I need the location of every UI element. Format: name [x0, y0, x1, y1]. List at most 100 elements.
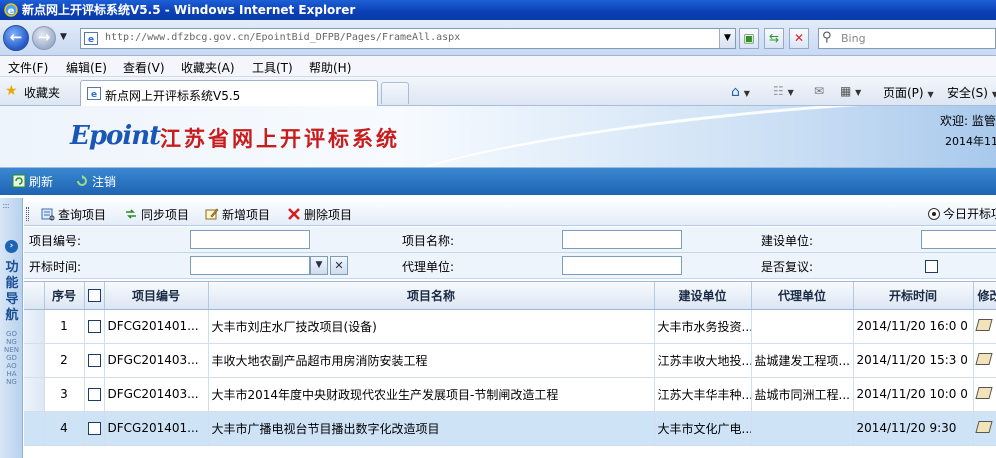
menu-file[interactable]: 文件(F) — [8, 59, 48, 76]
select-all-cell[interactable] — [84, 282, 105, 310]
url-dropdown-icon[interactable]: ▼ — [719, 29, 735, 48]
left-nav-panel[interactable]: :::: › 功能导航 GONGNENGDAOHANG — [0, 198, 23, 458]
url-text[interactable]: http://www.dfzbcg.gov.cn/EpointBid_DFPB/… — [105, 32, 460, 43]
expand-arrow-icon[interactable]: › — [5, 240, 18, 253]
stop-button[interactable]: ✕ — [789, 28, 809, 49]
menu-help[interactable]: 帮助(H) — [309, 59, 351, 76]
url-field[interactable]: e http://www.dfzbcg.gov.cn/EpointBid_DFP… — [80, 28, 736, 49]
menu-favorites[interactable]: 收藏夹(A) — [181, 59, 235, 76]
print-button[interactable]: ▦ ▼ — [840, 84, 861, 98]
query-icon — [41, 208, 55, 221]
edit-icon[interactable] — [974, 352, 993, 365]
row-checkbox[interactable] — [87, 320, 101, 333]
back-button[interactable]: ← — [3, 25, 29, 51]
table-row[interactable]: 3 DFGC201403... 大丰市2014年度中央财政现代农业生产发展项目-… — [24, 377, 996, 412]
svg-text:e: e — [91, 90, 97, 100]
forward-button[interactable]: → — [32, 26, 56, 50]
today-projects-radio[interactable]: 今日开标项目 — [928, 205, 996, 222]
row-builder: 大丰市文化广电... — [654, 411, 752, 446]
form-row-1: 项目编号: 项目名称: 建设单位: — [24, 227, 996, 253]
app-header: Epoint 江苏省网上开评标系统 欢迎: 监管员 2014年11 — [0, 106, 996, 168]
menu-tools[interactable]: 工具(T) — [252, 59, 293, 76]
review-label: 是否复议: — [761, 260, 814, 274]
new-tab-button[interactable] — [381, 82, 409, 104]
history-dropdown-icon[interactable]: ▼ — [60, 32, 67, 42]
refresh-page-button[interactable]: ⇆ — [764, 28, 784, 49]
sync-project-button[interactable]: 同步项目 — [124, 206, 189, 223]
project-no-input[interactable] — [190, 230, 310, 249]
feeds-button[interactable]: ☷ ▼ — [773, 84, 794, 98]
edit-icon[interactable] — [974, 420, 993, 433]
refresh-icon — [12, 174, 26, 188]
agent-label: 代理单位: — [402, 260, 455, 274]
row-header[interactable] — [24, 343, 45, 378]
row-checkbox[interactable] — [87, 388, 101, 401]
safety-menu-button[interactable]: 安全(S) ▼ — [947, 84, 996, 101]
star-icon[interactable]: ★ — [5, 83, 18, 99]
row-edit[interactable] — [973, 377, 996, 412]
mail-button[interactable]: ✉ — [814, 84, 824, 98]
row-edit[interactable] — [973, 309, 996, 344]
project-name-input[interactable] — [562, 230, 682, 249]
refresh-button[interactable]: 刷新 — [12, 173, 53, 190]
col-time[interactable]: 开标时间 — [853, 282, 974, 310]
home-button[interactable]: ⌂ ▼ — [731, 84, 750, 100]
edit-icon[interactable] — [974, 386, 993, 399]
date-dropdown-button[interactable]: ▼ — [310, 256, 328, 275]
row-select[interactable] — [84, 343, 105, 378]
clear-date-button[interactable]: ✕ — [330, 256, 348, 275]
svg-text:e: e — [88, 35, 94, 45]
row-header[interactable] — [24, 309, 45, 344]
back-arrow-icon: ← — [9, 28, 23, 46]
table-row-selected[interactable]: 4 DFCG201401... 大丰市广播电视台节目播出数字化改造项目 大丰市文… — [24, 411, 996, 446]
toolbar-grip-icon — [26, 207, 29, 221]
select-all-checkbox[interactable] — [87, 289, 101, 303]
edit-icon[interactable] — [974, 318, 993, 331]
favorites-button[interactable]: 收藏夹 — [24, 84, 60, 101]
table-row[interactable]: 1 DFCG201401... 大丰市刘庄水厂技改项目(设备) 大丰市水务投资.… — [24, 309, 996, 344]
page-menu-button[interactable]: 页面(P) ▼ — [883, 84, 934, 101]
open-time-label: 开标时间: — [29, 260, 82, 274]
row-select[interactable] — [84, 309, 105, 344]
col-edit[interactable]: 修改 — [973, 282, 996, 310]
project-name-label: 项目名称: — [402, 234, 455, 248]
add-label: 新增项目 — [222, 208, 271, 222]
builder-input[interactable] — [921, 230, 996, 249]
add-project-button[interactable]: 新增项目 — [205, 206, 270, 223]
agent-input[interactable] — [562, 256, 682, 275]
favorites-bar: ★ 收藏夹 e 新点网上开评标系统V5.5 ⌂ ▼ ☷ ▼ ✉ ▦ ▼ 页面(P… — [0, 77, 996, 106]
menu-edit[interactable]: 编辑(E) — [66, 59, 107, 76]
compatibility-button[interactable]: ▣ — [739, 28, 759, 49]
close-icon: ✕ — [334, 259, 344, 272]
row-edit[interactable] — [973, 411, 996, 446]
search-form: 项目编号: 项目名称: 建设单位: 开标时间: ▼ ✕ 代理单位: 是否复议: — [24, 227, 996, 279]
row-select[interactable] — [84, 411, 105, 446]
col-name[interactable]: 项目名称 — [208, 282, 655, 310]
refresh-label: 刷新 — [29, 175, 54, 189]
row-edit[interactable] — [973, 343, 996, 378]
menu-view[interactable]: 查看(V) — [123, 59, 165, 76]
delete-project-button[interactable]: 删除项目 — [287, 206, 352, 223]
address-bar: ← → ▼ e http://www.dfzbcg.gov.cn/EpointB… — [0, 20, 996, 56]
row-checkbox[interactable] — [87, 354, 101, 367]
home-icon: ⌂ — [731, 84, 740, 100]
col-no[interactable]: 序号 — [44, 282, 85, 310]
row-select[interactable] — [84, 377, 105, 412]
logout-button[interactable]: 注销 — [75, 173, 116, 190]
row-checkbox[interactable] — [87, 422, 101, 435]
search-input[interactable]: ⚲ Bing — [818, 28, 996, 49]
review-checkbox[interactable] — [925, 260, 938, 273]
query-project-button[interactable]: 查询项目 — [41, 206, 106, 223]
row-time: 2014/11/20 9:30 — [853, 411, 974, 446]
col-builder[interactable]: 建设单位 — [654, 282, 752, 310]
col-agent[interactable]: 代理单位 — [751, 282, 854, 310]
logout-label: 注销 — [92, 175, 117, 189]
col-code[interactable]: 项目编号 — [104, 282, 209, 310]
table-row[interactable]: 2 DFGC201403... 丰收大地农副产品超市用房消防安装工程 江苏丰收大… — [24, 343, 996, 378]
open-time-input[interactable] — [190, 256, 310, 275]
row-header[interactable] — [24, 411, 45, 446]
row-no: 2 — [44, 343, 85, 378]
browser-tab[interactable]: e 新点网上开评标系统V5.5 — [80, 80, 378, 106]
row-agent: 盐城建发工程项... — [751, 343, 854, 378]
row-header[interactable] — [24, 377, 45, 412]
